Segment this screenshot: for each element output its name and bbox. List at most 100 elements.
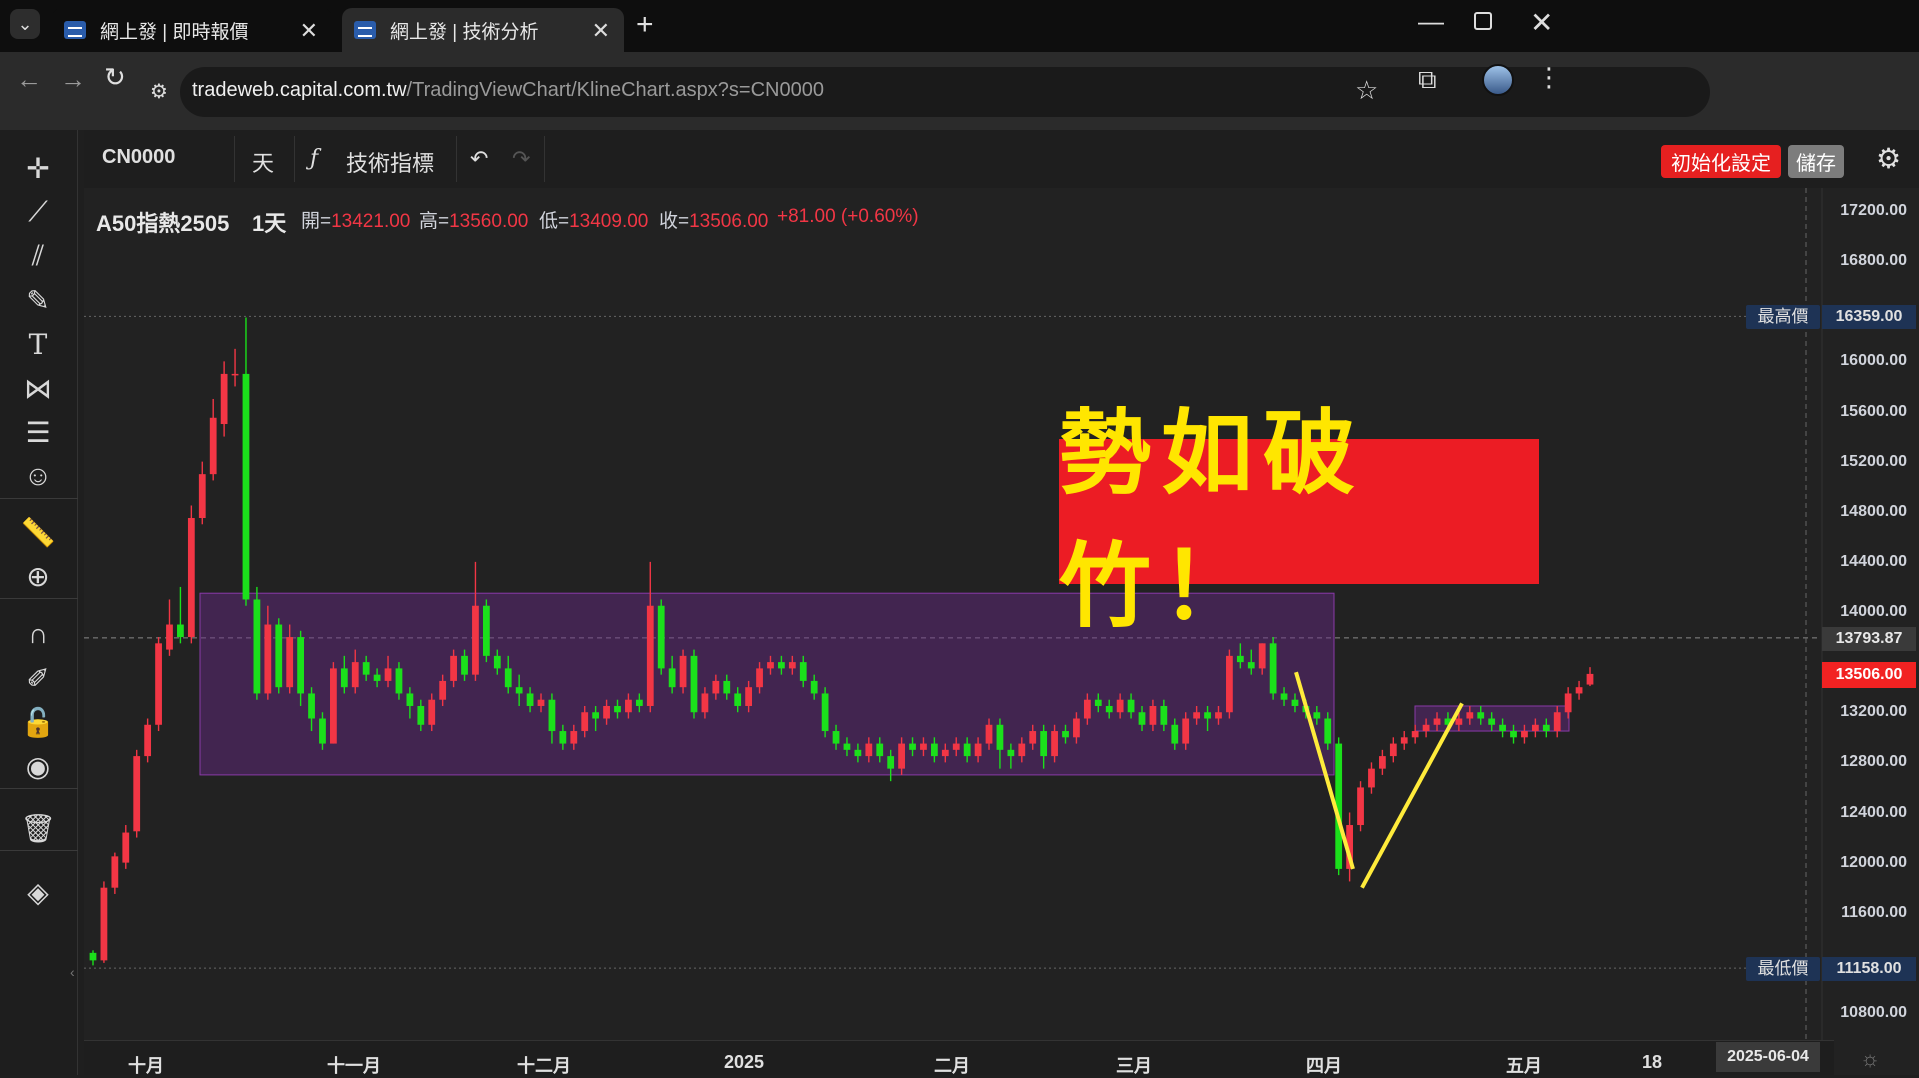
candle bbox=[1226, 649, 1233, 719]
candle bbox=[1368, 762, 1375, 794]
price-tick-label: 15600.00 bbox=[1840, 402, 1907, 420]
candle-body bbox=[548, 699, 556, 732]
candle bbox=[155, 637, 162, 732]
candle-body bbox=[1116, 699, 1124, 713]
candle-body bbox=[876, 743, 884, 757]
time-label-18: 18 bbox=[1641, 1052, 1663, 1072]
candle bbox=[166, 599, 173, 656]
candle-body bbox=[1029, 731, 1037, 744]
price-tick-label: 14400.00 bbox=[1840, 552, 1907, 570]
candle-body bbox=[745, 687, 753, 706]
candle-body bbox=[472, 605, 479, 675]
time-label-oct: 十月 bbox=[128, 1056, 164, 1076]
price-tick-label: 12400.00 bbox=[1840, 803, 1907, 821]
candle-body bbox=[1236, 655, 1244, 663]
candle-body bbox=[526, 693, 534, 706]
candle-body bbox=[373, 674, 381, 681]
candle-body bbox=[177, 624, 184, 638]
candle-body bbox=[209, 417, 217, 475]
candle-body bbox=[406, 693, 414, 706]
candle-body bbox=[941, 749, 949, 757]
candle-body bbox=[395, 668, 403, 694]
candle bbox=[209, 398, 217, 481]
candle bbox=[89, 950, 97, 966]
candle bbox=[187, 505, 195, 644]
candle-body bbox=[974, 743, 982, 757]
candle-body bbox=[898, 743, 905, 769]
candle-body bbox=[810, 680, 818, 694]
time-axis-settings-icon[interactable]: ☼ bbox=[1860, 1046, 1880, 1072]
candle-body bbox=[166, 624, 173, 650]
candle-body bbox=[1269, 643, 1277, 694]
candle-body bbox=[1542, 724, 1550, 732]
candle bbox=[231, 348, 239, 387]
candle bbox=[144, 718, 152, 763]
candle-body bbox=[122, 832, 130, 863]
candle bbox=[330, 662, 337, 744]
candle-body bbox=[734, 693, 742, 706]
candle bbox=[242, 317, 250, 606]
candle-body bbox=[100, 887, 108, 961]
candle-body bbox=[242, 373, 250, 600]
candle bbox=[657, 599, 665, 675]
candle bbox=[1389, 737, 1397, 763]
candle-body bbox=[1477, 712, 1485, 719]
legend-high-label: 高= bbox=[419, 211, 450, 232]
candle-body bbox=[482, 605, 490, 656]
candle-body bbox=[1586, 673, 1594, 685]
candle-body bbox=[198, 474, 206, 519]
collapse-toolbar-icon[interactable]: ‹ bbox=[70, 964, 75, 980]
candle-body bbox=[1127, 699, 1135, 713]
candle-body bbox=[1466, 712, 1474, 719]
candle bbox=[133, 749, 141, 838]
candle-body bbox=[985, 724, 993, 744]
candle-body bbox=[1247, 662, 1255, 669]
candle-body bbox=[1433, 718, 1441, 725]
candle-body bbox=[111, 856, 119, 888]
low-price-value: 11158.00 bbox=[1822, 957, 1916, 981]
candle bbox=[1378, 749, 1386, 775]
candle-body bbox=[679, 655, 687, 688]
candle-body bbox=[756, 668, 763, 688]
candle bbox=[646, 561, 654, 713]
candle-body bbox=[821, 693, 829, 732]
candle bbox=[482, 599, 490, 663]
candlestick-chart[interactable] bbox=[0, 0, 1919, 1075]
candle-body bbox=[450, 655, 457, 681]
candle-body bbox=[625, 699, 632, 713]
candle-body bbox=[439, 680, 447, 700]
candle-body bbox=[1368, 768, 1375, 788]
candle-body bbox=[89, 952, 97, 961]
candle-body bbox=[1073, 718, 1080, 738]
legend-close-label: 收= bbox=[659, 211, 690, 232]
legend-low-value: 13409.00 bbox=[569, 211, 649, 232]
time-label-nov: 十一月 bbox=[327, 1056, 381, 1076]
candle-body bbox=[920, 743, 927, 750]
candle-body bbox=[930, 743, 938, 757]
candle-body bbox=[701, 693, 709, 713]
price-tick-label: 14000.00 bbox=[1840, 603, 1907, 620]
candle-body bbox=[1160, 705, 1168, 725]
candle bbox=[690, 649, 698, 719]
candle-body bbox=[843, 743, 851, 750]
candle-body bbox=[231, 373, 239, 376]
candle bbox=[1575, 680, 1583, 700]
candle-body bbox=[1553, 712, 1561, 732]
low-price-tag: 最低價 bbox=[1746, 957, 1820, 981]
price-tick-label: 16800.00 bbox=[1840, 252, 1907, 270]
candle-body bbox=[1171, 724, 1179, 744]
time-label-may: 五月 bbox=[1506, 1056, 1542, 1076]
legend-open: 開=13421.00 bbox=[301, 206, 410, 233]
candle-body bbox=[1411, 731, 1419, 738]
candle-body bbox=[351, 662, 359, 688]
candle-body bbox=[340, 668, 348, 688]
price-tick-label: 13200.00 bbox=[1840, 703, 1907, 721]
annotation-banner: 勢如破竹！ bbox=[1059, 399, 1539, 640]
legend-close: 收=13506.00 bbox=[659, 206, 768, 233]
price-tick-label: 16000.00 bbox=[1840, 352, 1907, 370]
high-price-value: 16359.00 bbox=[1822, 305, 1916, 329]
high-price-tag: 最高價 bbox=[1746, 305, 1820, 329]
candle-body bbox=[635, 699, 643, 706]
candle-body bbox=[286, 637, 294, 688]
candle bbox=[198, 461, 206, 525]
